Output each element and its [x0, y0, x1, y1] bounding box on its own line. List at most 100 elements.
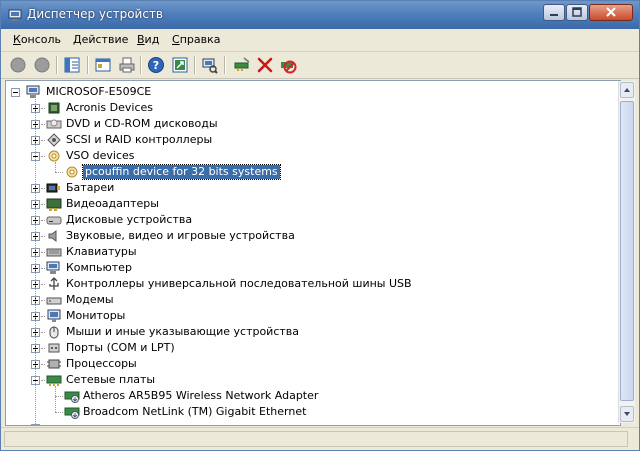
tree-category-label: Acronis Devices — [66, 101, 153, 114]
menu-console-label: онсоль — [20, 33, 62, 46]
speaker-icon — [48, 230, 57, 242]
tree-connector — [55, 396, 63, 397]
tree-connector — [41, 284, 45, 285]
tree-category-label: VSO devices — [66, 149, 135, 162]
tree-category-label: Мыши и иные указывающие устройства — [66, 325, 300, 338]
toolbar-separator — [224, 56, 226, 74]
processor-icon — [47, 359, 61, 369]
menu-view-label: ид — [144, 33, 160, 46]
toolbar-separator — [140, 56, 142, 74]
menu-action-accel: Д — [73, 33, 82, 46]
menu-view-accel: В — [137, 33, 145, 46]
toolbar-separator — [56, 56, 58, 74]
network-adapter-icon — [46, 375, 62, 386]
status-bar — [1, 427, 639, 450]
properties-icon[interactable] — [94, 56, 112, 74]
tree-connector — [35, 96, 36, 425]
usb-icon — [49, 277, 59, 290]
close-button[interactable] — [589, 4, 633, 21]
close-icon — [606, 7, 616, 17]
disable-icon[interactable] — [279, 56, 297, 74]
collapse-toggle[interactable] — [11, 88, 20, 97]
tree-category-label: Сетевые платы — [66, 373, 156, 386]
device-tree[interactable]: MICROSOF-E509CE Acronis Devices DVD и CD-R… — [5, 80, 621, 426]
device-icon — [66, 166, 78, 178]
dvd-drive-icon — [46, 119, 62, 129]
menu-bar: Консоль Действие Вид Справка — [1, 29, 639, 52]
tree-category-label: DVD и CD-ROM дисководы — [66, 117, 218, 130]
svg-text:?: ? — [153, 59, 159, 72]
tree-connector — [55, 172, 63, 173]
menu-help[interactable]: Справка — [172, 33, 220, 46]
tree-connector — [41, 204, 45, 205]
menu-console[interactable]: Консоль — [13, 33, 61, 46]
scroll-down-icon — [624, 412, 630, 416]
tree-category-label: Контроллеры универсальной последовательн… — [66, 277, 412, 290]
mouse-icon — [49, 326, 59, 339]
scsi-controller-icon — [47, 133, 61, 147]
tree-connector — [41, 188, 45, 189]
tree-connector — [41, 236, 45, 237]
network-adapter-icon — [64, 407, 80, 419]
keyboard-icon — [46, 248, 62, 257]
tree-connector — [41, 380, 45, 381]
device-manager-icon — [8, 9, 22, 21]
tree-root-label: MICROSOF-E509CE — [46, 85, 152, 98]
monitor-icon — [47, 309, 61, 322]
back-icon[interactable] — [9, 56, 27, 74]
menu-help-accel: С — [172, 33, 180, 46]
toolbar: ? — [1, 52, 639, 79]
tree-category-label: Модемы — [66, 293, 114, 306]
minimize-button[interactable] — [543, 4, 565, 21]
tree-category-label: Батареи — [66, 181, 115, 194]
display-adapter-icon — [46, 198, 62, 211]
vertical-scrollbar[interactable] — [618, 81, 635, 423]
export-list-icon[interactable] — [171, 56, 189, 74]
menu-view[interactable]: Вид — [137, 33, 159, 46]
tree-connector — [41, 220, 45, 221]
tree-category-label: Звуковые, видео и игровые устройства — [66, 229, 295, 242]
title-bar[interactable]: Диспетчер устройств — [1, 1, 639, 29]
tree-connector — [41, 364, 45, 365]
tree-connector — [55, 412, 63, 413]
tree-device-label: pcouffin device for 32 bits systems — [82, 164, 281, 180]
tree-connector — [41, 316, 45, 317]
scroll-down-button[interactable] — [620, 406, 634, 422]
tree-category-label: Процессоры — [66, 357, 137, 370]
menu-action-label: ействие — [81, 33, 129, 46]
window-title: Диспетчер устройств — [27, 7, 164, 21]
update-driver-icon[interactable] — [233, 56, 251, 74]
tree-connector — [55, 162, 56, 172]
tree-category-label: Компьютер — [66, 261, 132, 274]
computer-icon — [46, 261, 60, 274]
chip-icon — [48, 102, 60, 114]
tree-connector — [55, 386, 56, 412]
show-hide-tree-icon[interactable] — [63, 56, 81, 74]
scroll-thumb[interactable] — [620, 101, 634, 401]
tree-category-label: Дисковые устройства — [66, 213, 193, 226]
tree-connector — [41, 140, 45, 141]
tree-connector — [41, 252, 45, 253]
tree-connector — [41, 124, 45, 125]
disk-drive-icon — [46, 216, 62, 225]
menu-action[interactable]: Действие — [73, 33, 128, 46]
maximize-button[interactable] — [566, 4, 588, 21]
tree-device-label: Atheros AR5B95 Wireless Network Adapter — [83, 389, 319, 402]
scan-hardware-icon[interactable] — [200, 56, 218, 74]
help-icon[interactable]: ? — [147, 56, 165, 74]
maximize-icon — [572, 7, 582, 17]
scroll-up-button[interactable] — [620, 82, 634, 98]
tree-connector — [41, 156, 45, 157]
modem-icon — [46, 297, 62, 305]
tree-category-label: Порты (COM и LPT) — [66, 341, 175, 354]
battery-icon — [46, 183, 60, 193]
tree-category-label: SCSI и RAID контроллеры — [66, 133, 213, 146]
tree-category-label: Мониторы — [66, 309, 126, 322]
print-icon[interactable] — [118, 56, 136, 74]
device-manager-window: Диспетчер устройств Консоль Действие Вид… — [0, 0, 640, 451]
tree-connector — [41, 300, 45, 301]
tree-category-label: Видеоадаптеры — [66, 197, 159, 210]
forward-icon[interactable] — [33, 56, 51, 74]
menu-console-accel: К — [13, 33, 21, 46]
uninstall-icon[interactable] — [256, 56, 274, 74]
